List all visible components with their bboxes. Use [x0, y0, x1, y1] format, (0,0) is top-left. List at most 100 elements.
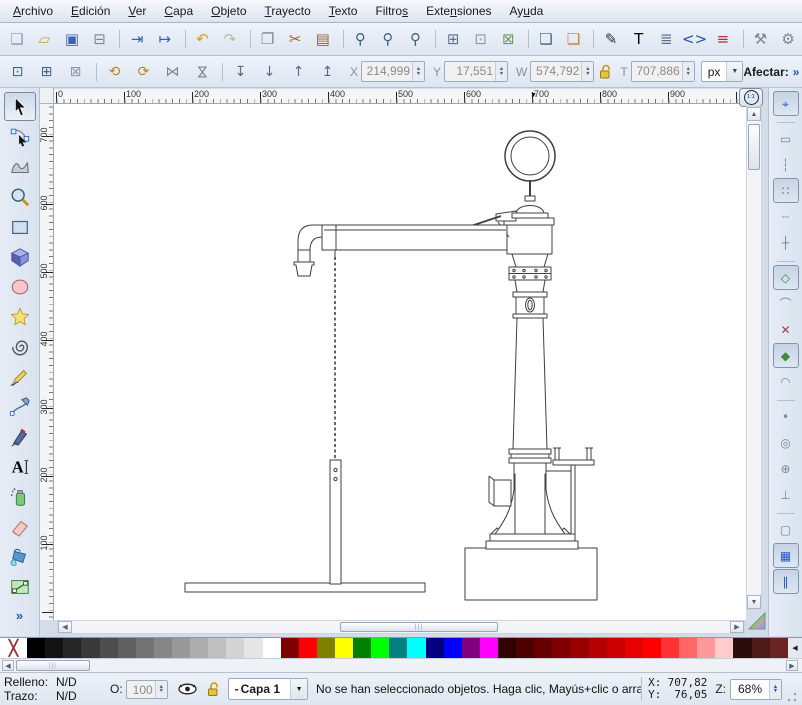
menu-ver[interactable]: Ver	[119, 1, 155, 21]
cut-button[interactable]: ✂	[282, 26, 308, 52]
snap-bbox-centers-toggle[interactable]: ┼	[773, 230, 799, 255]
snap-line-midpoints-toggle[interactable]: •	[773, 404, 799, 429]
ungroup-objects-button[interactable]: ❏	[561, 26, 587, 52]
zoom-1-1-button[interactable]: 1:1	[739, 88, 763, 107]
spin-input[interactable]: 214,999 ▲▼	[361, 61, 425, 82]
rotate-cw-button[interactable]: ⟳	[130, 59, 157, 85]
palette-scrollbar-thumb[interactable]: |||	[16, 660, 90, 671]
box3d-tool[interactable]	[4, 242, 36, 271]
scroll-down-arrow-icon[interactable]: ▼	[747, 595, 761, 609]
unit-select[interactable]: px ▼	[701, 61, 744, 82]
new-document-button[interactable]: ❏	[4, 26, 30, 52]
horizontal-scrollbar[interactable]: ◀ ||| ▶	[57, 620, 745, 634]
fill-stroke-dialog-button[interactable]: ✎	[598, 26, 624, 52]
menu-capa[interactable]: Capa	[155, 1, 202, 21]
spinner-arrows-icon[interactable]: ▲▼	[581, 62, 593, 81]
color-swatch[interactable]	[770, 638, 788, 659]
raise-button[interactable]: ↑	[285, 59, 312, 85]
color-swatch[interactable]	[81, 638, 99, 659]
fill-stroke-indicator[interactable]: Relleno: N/D Trazo: N/D	[4, 675, 96, 703]
layer-selector[interactable]: - Capa 1 ▼	[228, 678, 308, 700]
toolbar-overflow-button[interactable]: »	[793, 65, 800, 79]
duplicate-button[interactable]: ⊞	[440, 26, 466, 52]
layer-lock-icon[interactable]	[207, 681, 220, 697]
open-document-button[interactable]: ▱	[32, 26, 58, 52]
color-swatch[interactable]	[244, 638, 262, 659]
select-all-layers-button[interactable]: ⊞	[33, 59, 60, 85]
color-swatch[interactable]	[679, 638, 697, 659]
horizontal-ruler[interactable]: ▼ 0100200300400500600700800900	[54, 89, 739, 104]
color-swatch[interactable]	[389, 638, 407, 659]
rotate-ccw-button[interactable]: ⟲	[101, 59, 128, 85]
palette-config-button[interactable]	[744, 610, 770, 634]
zoom-tool[interactable]	[4, 182, 36, 211]
color-swatch[interactable]	[534, 638, 552, 659]
save-document-button[interactable]: ▣	[59, 26, 85, 52]
snap-bbox-edges-toggle[interactable]: ┆	[773, 152, 799, 177]
snap-path-intersections-toggle[interactable]: ✕	[773, 317, 799, 342]
tweak-tool[interactable]	[4, 152, 36, 181]
spinner-arrows-icon[interactable]: ▲▼	[769, 680, 781, 699]
xml-editor-button[interactable]: <>	[681, 26, 708, 52]
selector-tool[interactable]	[4, 92, 36, 121]
menu-extensiones[interactable]: Extensiones	[417, 1, 500, 21]
spinner-arrows-icon[interactable]: ▲▼	[155, 681, 167, 698]
resize-grip[interactable]	[786, 691, 798, 703]
color-swatch[interactable]	[407, 638, 425, 659]
lower-to-bottom-button[interactable]: ↧	[227, 59, 254, 85]
select-all-button[interactable]: ⊡	[4, 59, 31, 85]
calligraphy-tool[interactable]	[4, 422, 36, 451]
menu-ayuda[interactable]: Ayuda	[501, 1, 553, 21]
color-swatch[interactable]	[208, 638, 226, 659]
color-swatch[interactable]	[661, 638, 679, 659]
scroll-left-arrow-icon[interactable]: ◀	[58, 621, 72, 633]
scroll-right-arrow-icon[interactable]: ▶	[786, 660, 798, 671]
menu-trayecto[interactable]: Trayecto	[256, 1, 320, 21]
unlink-clone-button[interactable]: ⊠	[496, 26, 522, 52]
menu-objeto[interactable]: Objeto	[202, 1, 255, 21]
snap-text-baselines-toggle[interactable]: ⊥	[773, 482, 799, 507]
zoom-field[interactable]: 68% ▲▼	[730, 679, 782, 700]
color-swatch[interactable]	[371, 638, 389, 659]
snap-bbox-edge-midpoints-toggle[interactable]: ┄	[773, 204, 799, 229]
toolbox-overflow-button[interactable]: »	[16, 608, 23, 623]
color-swatch[interactable]	[643, 638, 661, 659]
color-swatch[interactable]	[480, 638, 498, 659]
import-button[interactable]: ⇥	[124, 26, 150, 52]
palette-scrollbar[interactable]: ◀ ||| ▶	[0, 658, 802, 672]
color-swatch[interactable]	[281, 638, 299, 659]
preferences-button[interactable]: ⚒	[748, 26, 774, 52]
spinner-arrows-icon[interactable]: ▲▼	[412, 62, 424, 81]
canvas[interactable]	[54, 104, 746, 620]
pump-drawing[interactable]	[54, 104, 746, 620]
redo-button[interactable]: ↷	[217, 26, 243, 52]
node-tool[interactable]	[4, 122, 36, 151]
horizontal-scrollbar-thumb[interactable]: |||	[340, 622, 498, 632]
snap-nodes-toggle[interactable]: ◇	[773, 265, 799, 290]
flip-horizontal-button[interactable]: ⋈	[159, 59, 186, 85]
menu-edicion[interactable]: Edición	[62, 1, 119, 21]
color-swatch[interactable]	[589, 638, 607, 659]
raise-to-top-button[interactable]: ↥	[314, 59, 341, 85]
spinner-arrows-icon[interactable]: ▲▼	[682, 62, 694, 81]
color-swatch[interactable]	[444, 638, 462, 659]
snap-guides-toggle[interactable]: ∥	[773, 569, 799, 594]
spin-input[interactable]: 17,551 ▲▼	[444, 61, 508, 82]
color-swatch[interactable]	[570, 638, 588, 659]
snap-page-border-toggle[interactable]: ▢	[773, 517, 799, 542]
bezier-tool[interactable]	[4, 392, 36, 421]
snap-smooth-nodes-toggle[interactable]: ◠	[773, 369, 799, 394]
menu-archivo[interactable]: Archivo	[4, 1, 62, 21]
zoom-selection-button[interactable]: ⚲	[348, 26, 374, 52]
color-swatch[interactable]	[63, 638, 81, 659]
chevron-down-icon[interactable]: ▼	[726, 62, 742, 81]
color-swatch[interactable]	[498, 638, 516, 659]
color-swatch[interactable]	[516, 638, 534, 659]
snap-cusp-nodes-toggle[interactable]: ◆	[773, 343, 799, 368]
scroll-right-arrow-icon[interactable]: ▶	[730, 621, 744, 633]
color-swatch[interactable]	[299, 638, 317, 659]
spiral-tool[interactable]	[4, 332, 36, 361]
vertical-scrollbar-thumb[interactable]	[748, 124, 760, 170]
snap-bounding-box-toggle[interactable]: ▭	[773, 126, 799, 151]
menu-texto[interactable]: Texto	[320, 1, 367, 21]
